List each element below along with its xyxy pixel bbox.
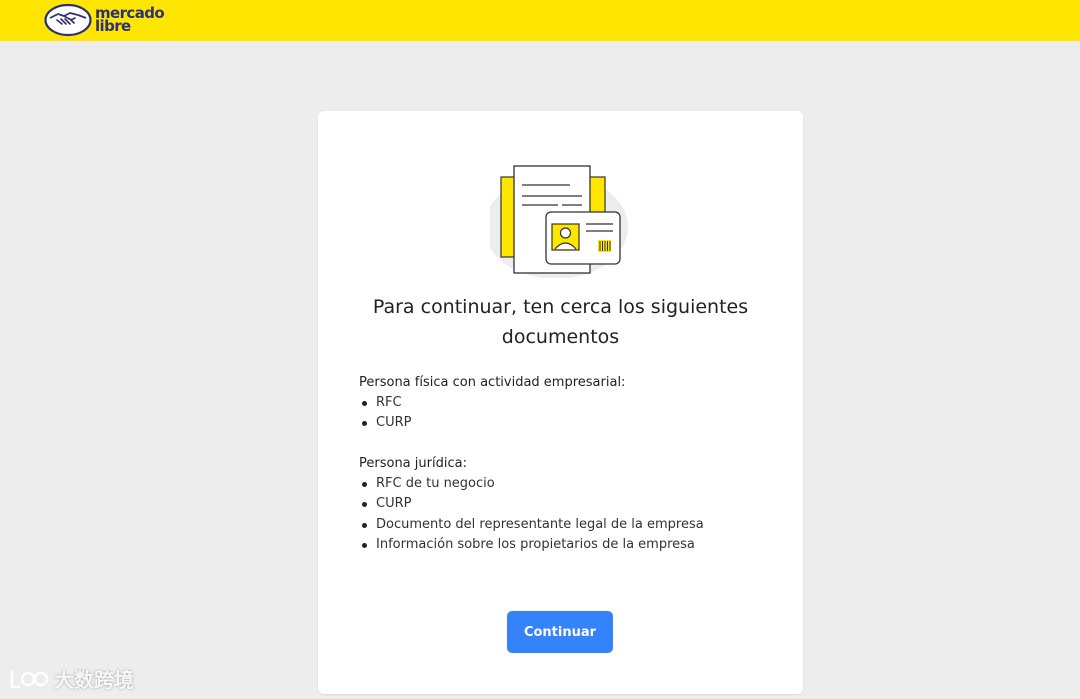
mercadolibre-logo[interactable]: mercado libre: [44, 3, 165, 37]
watermark-logo-icon: [10, 670, 49, 688]
list-item: CURP: [359, 494, 779, 514]
documents-id-card-illustration-icon: [490, 165, 628, 278]
section-persona-juridica: Persona jurídica: RFC de tu negocio CURP…: [359, 454, 779, 555]
document-list: RFC CURP: [359, 393, 779, 434]
handshake-logo-icon: [44, 3, 92, 37]
section-heading: Persona jurídica:: [359, 456, 467, 471]
list-item: CURP: [359, 413, 779, 433]
continue-button[interactable]: Continuar: [507, 611, 613, 653]
logo-line-2: libre: [95, 17, 131, 35]
list-item: Información sobre los propietarios de la…: [359, 535, 779, 555]
list-item: Documento del representante legal de la …: [359, 515, 779, 535]
title-line-2: documentos: [501, 326, 620, 348]
list-item: RFC: [359, 393, 779, 413]
section-heading: Persona física con actividad empresarial…: [359, 375, 626, 390]
section-persona-fisica: Persona física con actividad empresarial…: [359, 373, 779, 434]
top-bar: mercado libre: [0, 0, 1080, 41]
title-line-1: Para continuar, ten cerca los siguientes: [372, 296, 749, 318]
page-title: Para continuar, ten cerca los siguientes…: [318, 292, 803, 352]
watermark-text: 大数跨境: [54, 668, 134, 692]
document-list: RFC de tu negocio CURP Documento del rep…: [359, 474, 779, 555]
logo-wordmark: mercado libre: [95, 6, 165, 35]
watermark: 大数跨境: [8, 664, 134, 693]
list-item: RFC de tu negocio: [359, 474, 779, 494]
